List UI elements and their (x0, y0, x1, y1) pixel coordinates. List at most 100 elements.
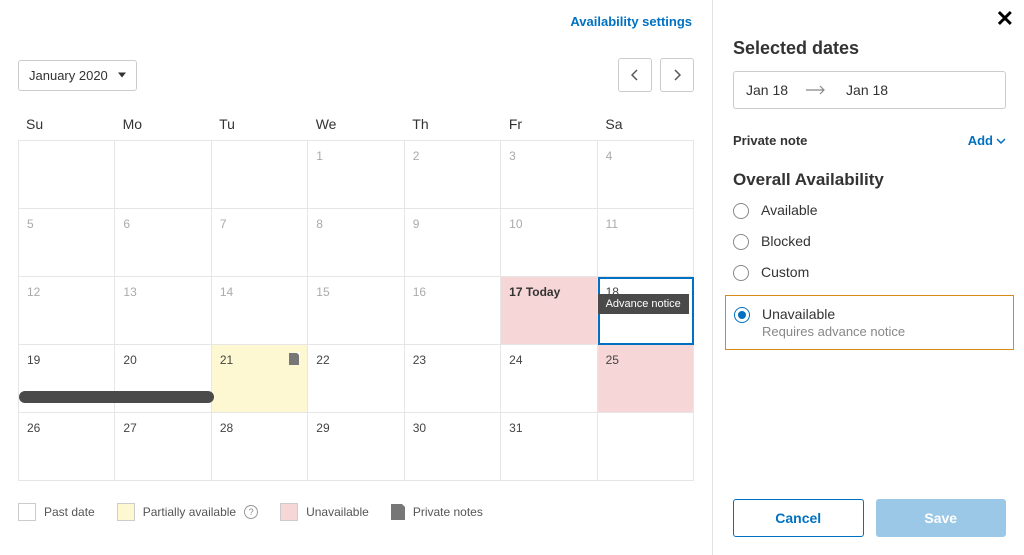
option-label: Unavailable (762, 306, 905, 322)
legend-notes: Private notes (391, 504, 483, 520)
month-label: January 2020 (29, 68, 108, 83)
calendar-day[interactable]: 14 (212, 277, 308, 345)
day-number: 15 (316, 285, 329, 299)
availability-title: Overall Availability (733, 170, 1006, 190)
day-number: 13 (123, 285, 136, 299)
calendar-day[interactable]: 25 (598, 345, 694, 413)
calendar-day[interactable]: 31 (501, 413, 597, 481)
calendar-day (212, 141, 308, 209)
day-number: 24 (509, 353, 522, 367)
calendar-day[interactable]: 10 (501, 209, 597, 277)
weekday-header: We (308, 116, 405, 132)
day-number: 16 (413, 285, 426, 299)
calendar-day[interactable]: 1 (308, 141, 404, 209)
legend-past: Past date (18, 503, 95, 521)
advance-notice-pill: Advance notice (598, 294, 689, 314)
day-number: 19 (27, 353, 40, 367)
calendar-day[interactable]: 30 (405, 413, 501, 481)
legend-unavailable: Unavailable (280, 503, 369, 521)
calendar-day[interactable]: 6 (115, 209, 211, 277)
chevron-right-icon (673, 69, 681, 81)
calendar-day (115, 141, 211, 209)
day-number: 6 (123, 217, 130, 231)
month-select[interactable]: January 2020 (18, 60, 137, 91)
calendar-day[interactable]: 4 (598, 141, 694, 209)
option-label: Available (761, 202, 818, 218)
arrow-right-icon (806, 82, 828, 98)
calendar-day[interactable]: 27 (115, 413, 211, 481)
availability-option[interactable]: Available (733, 202, 1006, 219)
day-number: 4 (606, 149, 613, 163)
day-number: 30 (413, 421, 426, 435)
availability-option[interactable]: Unavailable Requires advance notice (725, 295, 1014, 350)
add-note-button[interactable]: Add (968, 133, 1006, 148)
calendar-day[interactable]: 3 (501, 141, 597, 209)
calendar-day[interactable]: 22 (308, 345, 404, 413)
availability-settings-link[interactable]: Availability settings (570, 14, 692, 29)
day-number: 17 Today (509, 285, 560, 299)
option-sublabel: Requires advance notice (762, 324, 905, 339)
calendar-day[interactable]: 8 (308, 209, 404, 277)
weekday-header: Fr (501, 116, 598, 132)
next-month-button[interactable] (660, 58, 694, 92)
legend-partial: Partially available ? (117, 503, 258, 521)
day-number: 2 (413, 149, 420, 163)
day-number: 3 (509, 149, 516, 163)
day-number: 1 (316, 149, 323, 163)
day-number: 8 (316, 217, 323, 231)
private-note-label: Private note (733, 133, 807, 148)
radio-icon (733, 203, 749, 219)
day-number: 10 (509, 217, 522, 231)
day-number: 20 (123, 353, 136, 367)
calendar-day[interactable]: 2 (405, 141, 501, 209)
day-number: 5 (27, 217, 34, 231)
day-number: 21 (220, 353, 233, 367)
day-number: 12 (27, 285, 40, 299)
panel-title: Selected dates (733, 38, 1006, 59)
calendar-day[interactable]: 16 (405, 277, 501, 345)
day-number: 9 (413, 217, 420, 231)
save-button[interactable]: Save (876, 499, 1007, 537)
availability-option[interactable]: Blocked (733, 233, 1006, 250)
calendar-day[interactable]: 29 (308, 413, 404, 481)
day-number: 7 (220, 217, 227, 231)
weekday-header: Su (18, 116, 115, 132)
chevron-down-icon (996, 136, 1006, 146)
prev-month-button[interactable] (618, 58, 652, 92)
calendar-day[interactable]: 18Advance notice (598, 277, 694, 345)
calendar-day[interactable]: 9 (405, 209, 501, 277)
calendar-day[interactable]: 11 (598, 209, 694, 277)
date-range[interactable]: Jan 18 Jan 18 (733, 71, 1006, 109)
date-start: Jan 18 (746, 82, 788, 98)
cancel-button[interactable]: Cancel (733, 499, 864, 537)
weekday-header: Th (404, 116, 501, 132)
note-icon (289, 353, 299, 365)
radio-icon (734, 307, 750, 323)
calendar-day[interactable]: 13 (115, 277, 211, 345)
calendar-day[interactable]: 21 (212, 345, 308, 413)
weekday-header: Mo (115, 116, 212, 132)
chevron-left-icon (631, 69, 639, 81)
radio-icon (733, 234, 749, 250)
calendar-day[interactable]: 7 (212, 209, 308, 277)
calendar-day[interactable]: 26 (19, 413, 115, 481)
calendar-day[interactable]: 24 (501, 345, 597, 413)
calendar-day[interactable]: 12 (19, 277, 115, 345)
day-number: 28 (220, 421, 233, 435)
day-number: 31 (509, 421, 522, 435)
calendar-day[interactable]: 5 (19, 209, 115, 277)
calendar-day[interactable]: 15 (308, 277, 404, 345)
close-icon[interactable]: ✕ (996, 6, 1014, 32)
availability-option[interactable]: Custom (733, 264, 1006, 281)
day-number: 11 (606, 217, 618, 231)
calendar-day[interactable]: 23 (405, 345, 501, 413)
event-bar (19, 391, 214, 403)
calendar-day[interactable]: 17 Today (501, 277, 597, 345)
help-icon[interactable]: ? (244, 505, 258, 519)
calendar-day (598, 413, 694, 481)
day-number: 26 (27, 421, 40, 435)
date-end: Jan 18 (846, 82, 888, 98)
weekday-header: Tu (211, 116, 308, 132)
caret-down-icon (118, 73, 126, 78)
calendar-day[interactable]: 28 (212, 413, 308, 481)
